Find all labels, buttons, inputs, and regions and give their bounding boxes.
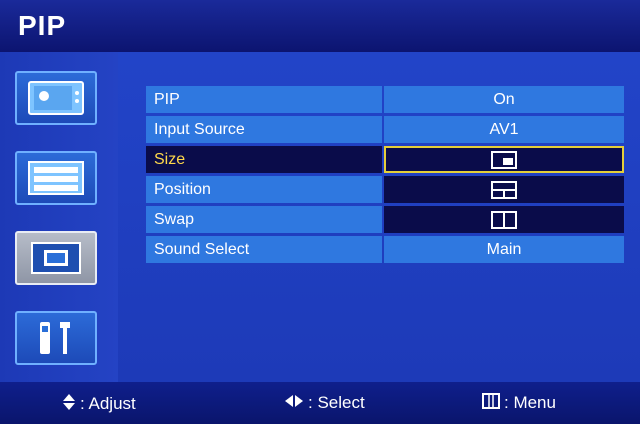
adjust-hint: : Adjust: [62, 393, 136, 415]
menu-row-size[interactable]: Size: [146, 146, 624, 173]
menu-row-pip[interactable]: PIP On: [146, 86, 624, 113]
menu-row-label: Input Source: [146, 116, 382, 143]
tools-icon: [15, 311, 97, 365]
menu-row-input-source[interactable]: Input Source AV1: [146, 116, 624, 143]
menu-row-value[interactable]: [384, 206, 624, 233]
pip-size-small-icon: [491, 150, 517, 169]
pip-position-icon: [491, 180, 517, 199]
menu-row-label: Swap: [146, 206, 382, 233]
pip-swap-icon: [491, 210, 517, 229]
sidebar: [0, 52, 118, 382]
menu-row-value[interactable]: [384, 146, 624, 173]
title-bar: PIP: [0, 0, 640, 52]
menu-button-icon: [482, 393, 500, 413]
menu-hint: : Menu: [482, 393, 556, 413]
menu-hint-label: : Menu: [504, 393, 556, 412]
sidebar-item-picture[interactable]: [10, 68, 102, 128]
adjust-hint-label: : Adjust: [80, 394, 136, 413]
menu-row-value[interactable]: [384, 176, 624, 203]
menu-row-sound-select[interactable]: Sound Select Main: [146, 236, 624, 263]
menu-row-position[interactable]: Position: [146, 176, 624, 203]
menu-row-label: PIP: [146, 86, 382, 113]
menu-row-label: Size: [146, 146, 382, 173]
sidebar-item-pip[interactable]: [10, 228, 102, 288]
menu-row-swap[interactable]: Swap: [146, 206, 624, 233]
menu-row-value[interactable]: AV1: [384, 116, 624, 143]
menu-row-label: Position: [146, 176, 382, 203]
menu-row-value[interactable]: On: [384, 86, 624, 113]
sidebar-item-setup[interactable]: [10, 148, 102, 208]
select-hint-label: : Select: [308, 393, 365, 412]
pip-menu-list: PIP On Input Source AV1 Size Position Sw…: [146, 86, 624, 266]
footer-hints: : Adjust : Select : Menu: [0, 382, 640, 424]
select-hint: : Select: [284, 393, 365, 413]
up-down-arrow-icon: [62, 393, 76, 415]
setup-list-icon: [15, 151, 97, 205]
sidebar-item-tools[interactable]: [10, 308, 102, 368]
page-title: PIP: [18, 10, 67, 41]
picture-icon: [15, 71, 97, 125]
left-right-arrow-icon: [284, 394, 304, 412]
pip-icon: [15, 231, 97, 285]
menu-row-label: Sound Select: [146, 236, 382, 263]
menu-row-value[interactable]: Main: [384, 236, 624, 263]
